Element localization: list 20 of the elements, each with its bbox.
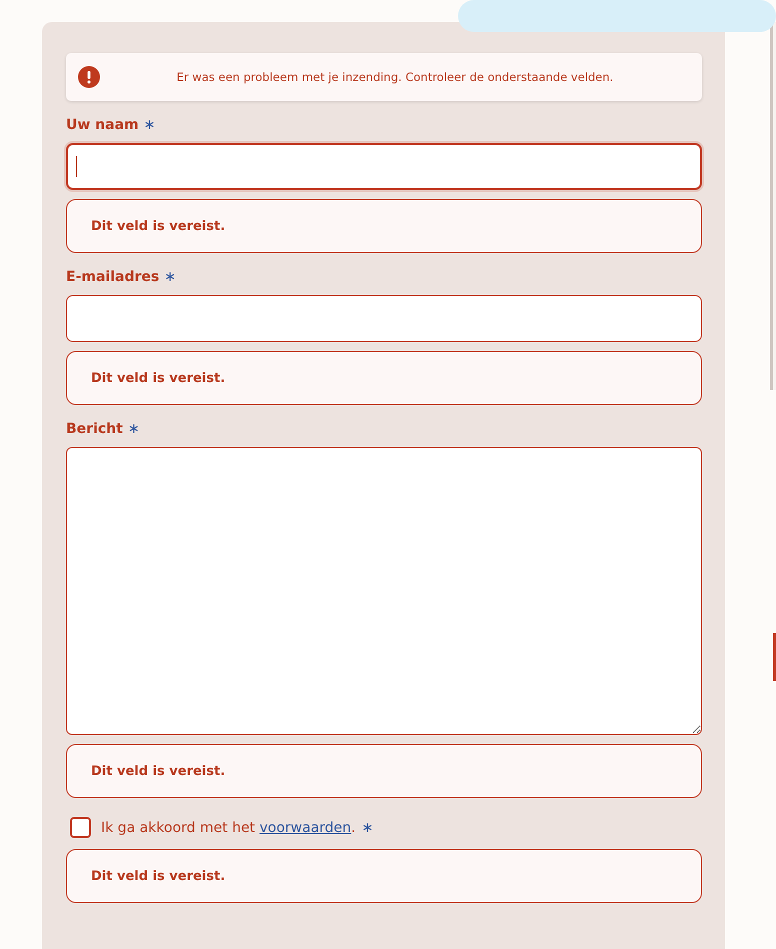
field-label: Bericht	[66, 421, 123, 437]
message-field[interactable]	[66, 447, 702, 735]
alert-icon	[78, 66, 100, 88]
field-label: Uw naam	[66, 117, 139, 133]
error-message: Er was een probleem met je inzending. Controleer de onderstaande velden.	[176, 70, 614, 84]
required-mark: ∗	[128, 421, 140, 437]
terms-link[interactable]: voorwaarden	[260, 820, 352, 836]
error-text: Dit veld is vereist.	[91, 218, 226, 234]
error-text: Dit veld is vereist.	[91, 370, 226, 386]
consent-label: Ik ga akkoord met het voorwaarden.	[101, 820, 356, 836]
error-text: Dit veld is vereist.	[91, 764, 226, 778]
name-field[interactable]	[66, 143, 702, 190]
text-cursor	[76, 156, 77, 177]
checkbox[interactable]	[70, 817, 91, 838]
field-label: E-mailadres	[66, 269, 160, 285]
required-mark: ∗	[164, 269, 176, 285]
error-text: Dit veld is vereist.	[91, 868, 226, 884]
required-mark: ∗	[362, 820, 374, 836]
email-field[interactable]	[66, 295, 702, 342]
required-mark: ∗	[144, 117, 156, 133]
